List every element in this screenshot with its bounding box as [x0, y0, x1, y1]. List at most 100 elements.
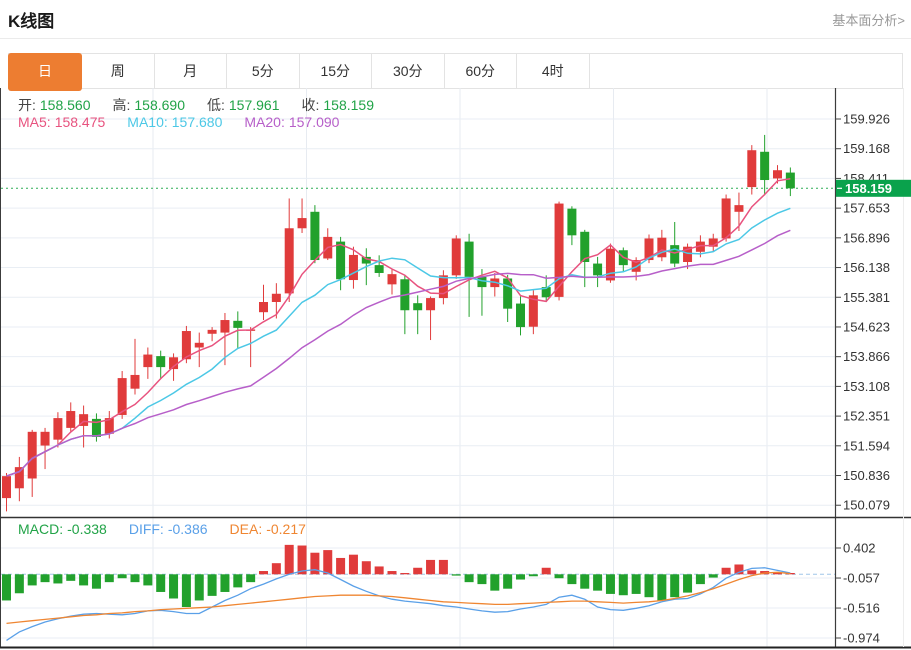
macd-bar: [361, 561, 371, 575]
legend-value: -0.217: [266, 521, 306, 537]
macd-bar: [374, 566, 384, 575]
macd-bar: [400, 572, 410, 575]
candle-body: [259, 302, 268, 313]
tab-15min[interactable]: 15分: [299, 54, 372, 88]
macd-bar: [27, 574, 37, 586]
axis-label: 155.381: [843, 290, 890, 305]
macd-bar: [348, 554, 358, 575]
macd-bar: [426, 559, 436, 575]
tab-30min[interactable]: 30分: [372, 54, 445, 88]
axis-label: 0.402: [843, 541, 876, 556]
legend-value: 157.680: [171, 114, 223, 130]
legend-label: MA10:: [127, 114, 168, 130]
axis-label: 159.926: [843, 112, 890, 127]
candle-body: [27, 431, 37, 479]
macd-bar: [130, 574, 140, 583]
macd-bar: [721, 567, 731, 575]
macd-bar: [605, 574, 615, 594]
axis-label: 156.896: [843, 230, 890, 245]
macd-bar: [567, 574, 577, 585]
macd-readout: MACD: -0.338 DIFF: -0.386 DEA: -0.217: [18, 521, 328, 537]
macd-bar: [618, 574, 628, 596]
candle-body: [348, 254, 358, 281]
macd-bar: [541, 567, 551, 575]
legend-label: DIFF:: [128, 521, 164, 537]
candle-body: [567, 208, 577, 236]
macd-bar: [117, 574, 127, 579]
candle-body: [220, 320, 230, 333]
macd-bar: [554, 574, 564, 579]
macd-bar: [104, 574, 114, 583]
ma-readout: MA5: 158.475 MA10: 157.680 MA20: 157.090: [18, 114, 361, 130]
legend-label: MACD:: [18, 521, 64, 537]
candle-body: [605, 248, 615, 281]
tab-4hour[interactable]: 4时: [517, 54, 590, 88]
axis-label: 152.351: [843, 409, 890, 424]
candle-body: [413, 303, 423, 311]
tab-daily[interactable]: 日: [8, 53, 82, 91]
axis-label: -0.516: [843, 601, 880, 616]
candle-body: [451, 238, 461, 276]
macd-bar: [438, 559, 448, 575]
axis-label: 153.866: [843, 349, 890, 364]
chart-area: 159.926 159.168 158.411 157.653 156.896 156.1…: [0, 88, 911, 650]
macd-bar: [297, 545, 307, 575]
tab-5min[interactable]: 5分: [227, 54, 300, 88]
legend-label: MA5:: [18, 114, 51, 130]
tab-monthly[interactable]: 月: [154, 54, 227, 88]
candle-body: [271, 293, 281, 303]
macd-bar: [169, 574, 179, 599]
macd-bar: [503, 574, 513, 589]
tabs-filler: [589, 54, 902, 88]
legend-label: 开:: [18, 97, 36, 113]
macd-bar: [2, 574, 11, 601]
candle-body: [233, 320, 243, 328]
candle-body: [66, 411, 76, 428]
macd-bar: [695, 574, 705, 585]
macd-bar: [657, 574, 667, 601]
macd-bar: [708, 574, 718, 578]
candle-body: [310, 211, 320, 261]
candle-body: [2, 476, 11, 499]
tab-weekly[interactable]: 周: [82, 54, 155, 88]
macd-bar: [464, 574, 474, 583]
legend-value: 158.159: [323, 97, 374, 113]
current-price-tag: 158.159: [836, 179, 911, 197]
fundamental-analysis-link[interactable]: 基本面分析>: [832, 10, 905, 29]
axis-label: 151.594: [843, 438, 890, 453]
macd-bar: [79, 574, 89, 586]
legend-value: 157.090: [288, 114, 340, 130]
macd-bar: [477, 574, 487, 585]
macd-bar: [747, 570, 757, 575]
timeframe-tabs: 日周月 5分 15分 30分 60分 4时: [8, 53, 903, 91]
grid-lines: [1, 88, 836, 647]
macd-bar: [670, 574, 680, 598]
legend-value: -0.338: [67, 521, 107, 537]
macd-bar: [593, 574, 603, 591]
axis-label: 159.168: [843, 141, 890, 156]
axis-label: -0.974: [843, 630, 880, 645]
candle-body: [670, 245, 680, 264]
candle-body: [773, 170, 782, 179]
legend-label: 高:: [112, 97, 131, 113]
macd-bar: [181, 574, 191, 607]
macd-bar: [451, 574, 461, 576]
macd-bar: [271, 563, 281, 575]
tab-60min[interactable]: 60分: [444, 54, 517, 88]
macd-axis-labels: 0.402 -0.057 -0.516 -0.974: [835, 541, 880, 645]
legend-value: 157.961: [228, 97, 280, 113]
macd-bar: [246, 574, 256, 583]
candle-body: [426, 298, 436, 311]
macd-bar: [683, 574, 693, 593]
kline-chart-svg[interactable]: 159.926159.168158.411157.653156.896156.1…: [0, 88, 911, 650]
candles-group[interactable]: [2, 134, 795, 512]
macd-bar: [66, 574, 76, 581]
candle-body: [593, 263, 603, 276]
macd-bar: [580, 574, 590, 589]
legend-value: 158.690: [134, 97, 185, 113]
axis-label: 150.079: [843, 498, 890, 513]
legend-value: -0.386: [167, 521, 208, 537]
candle-body: [477, 276, 487, 288]
axis-label: 154.623: [843, 319, 890, 334]
candle-body: [53, 418, 63, 440]
